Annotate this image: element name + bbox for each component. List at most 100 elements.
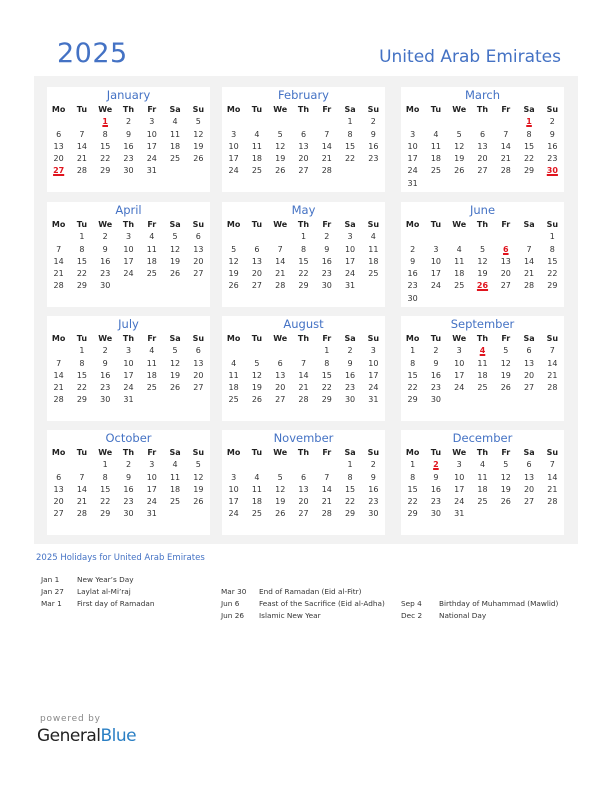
day-cell: 25 — [251, 166, 263, 176]
day-cell: 10 — [454, 472, 465, 482]
day-cell: 8 — [324, 358, 330, 368]
empty-cell — [269, 459, 292, 471]
day-grid: Mo Tu We Th Fr Sa Su 1 2 3 4 5 6 7 8 9 10 11 12 13 14 15 16 17 1… — [47, 104, 210, 178]
day-cell: 4 — [172, 460, 178, 470]
day-cell: 3 — [231, 129, 237, 139]
day-cell: 19 — [500, 370, 511, 380]
day-cell: 12 — [193, 472, 204, 482]
day-cell: 20 — [298, 154, 309, 164]
day-cell: 25 — [430, 166, 442, 176]
day-cell: 1 — [410, 346, 416, 356]
empty-cell — [448, 231, 471, 243]
day-cell: 27 — [500, 281, 511, 291]
day-cell: 13 — [477, 141, 488, 151]
weekday-header: Tu — [76, 220, 88, 229]
day-cell: 9 — [347, 358, 353, 368]
day-cell: 26 — [454, 166, 465, 176]
day-cell: 16 — [123, 484, 134, 494]
weekday-header: Sa — [523, 105, 535, 114]
day-cell: 25 — [146, 269, 157, 279]
day-cell: 30 — [407, 293, 418, 303]
day-cell: 9 — [102, 244, 108, 254]
weekday-header: We — [452, 220, 467, 229]
day-cell: 14 — [547, 358, 558, 368]
day-cell: 31 — [146, 166, 157, 176]
day-cell: 19 — [251, 383, 263, 393]
empty-cell — [245, 116, 268, 128]
day-cell: 16 — [407, 269, 418, 279]
holiday-name: First day of Ramadan — [77, 599, 155, 608]
day-cell: 10 — [344, 244, 356, 254]
month-may: May Mo Tu We Th Fr Sa Su 1 2 3 4 5 6 7 8 9 10 11 12 13 14 15 16… — [222, 202, 385, 307]
day-cell: 13 — [298, 484, 309, 494]
day-grid: Mo Tu We Th Fr Sa Su 1 2 3 4 5 6 7 8 9 10 11 12 13 14 15 16 17 1… — [401, 333, 564, 407]
day-cell: 11 — [368, 244, 379, 254]
day-cell: 3 — [149, 117, 155, 127]
weekday-header: Sa — [344, 448, 356, 457]
holiday-name: Laylat al-Mi’raj — [77, 587, 131, 596]
day-cell: 31 — [344, 281, 356, 291]
day-cell: 17 — [454, 484, 465, 494]
day-cell: 17 — [123, 370, 134, 380]
day-cell: 5 — [254, 358, 260, 368]
holiday-name: Feast of the Sacrifice (Eid al-Adha) — [259, 599, 385, 608]
day-cell: 12 — [500, 358, 511, 368]
day-cell: 7 — [503, 129, 509, 139]
day-cell: 13 — [251, 256, 263, 266]
day-cell: 15 — [321, 370, 332, 380]
weekday-header: Sa — [523, 448, 535, 457]
day-cell: 13 — [193, 358, 204, 368]
day-cell: 6 — [526, 460, 532, 470]
day-cell: 26 — [169, 383, 181, 393]
day-cell: 20 — [477, 154, 488, 164]
weekday-header: We — [98, 220, 113, 229]
day-cell: 25 — [477, 497, 488, 507]
day-cell: 24 — [123, 383, 134, 393]
day-cell: 24 — [146, 497, 157, 507]
holiday-day: 30 — [546, 166, 558, 176]
weekday-header: Th — [297, 334, 310, 343]
day-cell: 10 — [123, 358, 134, 368]
day-cell: 15 — [523, 141, 535, 151]
weekday-header: Su — [192, 220, 205, 229]
day-cell: 13 — [53, 141, 64, 151]
day-cell: 28 — [53, 281, 64, 291]
day-cell: 29 — [523, 166, 535, 176]
day-cell: 1 — [79, 232, 85, 242]
empty-cell — [494, 116, 517, 128]
day-cell: 13 — [500, 256, 511, 266]
powered-by-label: powered by — [40, 714, 101, 724]
day-cell: 21 — [53, 383, 64, 393]
day-cell: 2 — [410, 244, 416, 254]
day-cell: 25 — [146, 383, 157, 393]
day-cell: 20 — [251, 269, 263, 279]
weekday-header: Su — [546, 334, 559, 343]
day-cell: 4 — [254, 472, 260, 482]
empty-cell — [292, 345, 315, 357]
day-cell: 8 — [549, 244, 555, 254]
day-cell: 19 — [228, 269, 239, 279]
month-name: July — [118, 317, 139, 331]
day-cell: 16 — [547, 141, 558, 151]
holiday-name: New Year’s Day — [77, 575, 134, 584]
day-cell: 21 — [298, 383, 309, 393]
weekday-header: Tu — [251, 105, 263, 114]
weekday-header: We — [273, 334, 288, 343]
day-cell: 7 — [56, 358, 62, 368]
day-cell: 23 — [123, 497, 134, 507]
empty-cell — [245, 231, 268, 243]
empty-cell — [269, 345, 292, 357]
day-cell: 19 — [169, 370, 181, 380]
day-cell: 10 — [228, 141, 239, 151]
weekday-header: Fr — [147, 105, 157, 114]
day-cell: 22 — [547, 269, 558, 279]
weekday-header: Su — [546, 220, 559, 229]
day-cell: 16 — [100, 370, 111, 380]
weekday-header: We — [273, 220, 288, 229]
weekday-header: Mo — [51, 220, 66, 229]
weekday-header: We — [452, 448, 467, 457]
day-cell: 23 — [430, 497, 442, 507]
weekday-header: Sa — [523, 220, 535, 229]
brand-general: General — [37, 726, 101, 746]
generalblue-logo[interactable]: GeneralBlue — [37, 726, 137, 746]
